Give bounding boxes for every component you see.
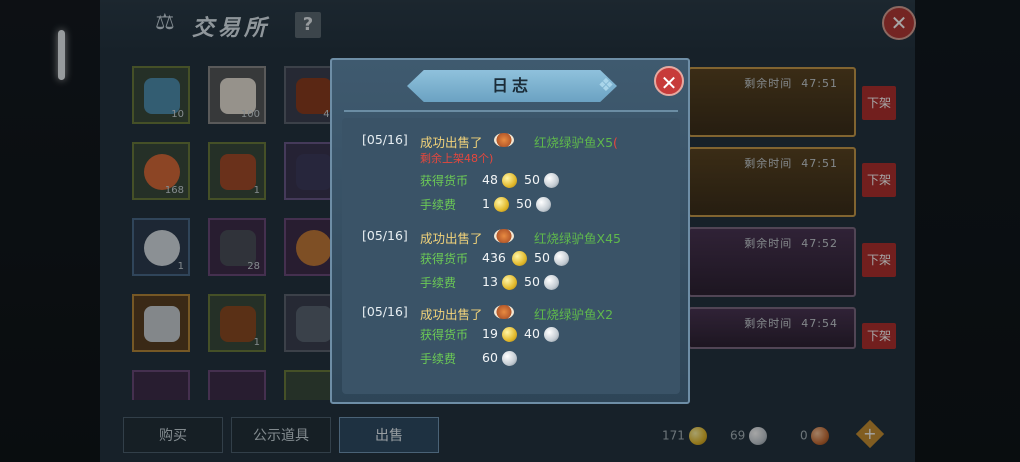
earned-silver: 50 <box>524 172 540 187</box>
dialog-header: 日志 <box>407 70 617 102</box>
entry-item: 红烧绿驴鱼X2 <box>534 307 614 322</box>
fee-silver: 50 <box>516 196 532 211</box>
dialog-title: 日志 <box>491 76 532 95</box>
header-divider <box>344 110 678 112</box>
silver-coin-icon <box>536 197 551 212</box>
earned-gold: 48 <box>482 172 498 187</box>
entry-action: 成功出售了 <box>420 135 483 150</box>
gold-coin-icon <box>502 275 517 290</box>
fee-gold: 1 <box>482 196 490 211</box>
gold-coin-icon <box>502 173 517 188</box>
entry-action: 成功出售了 <box>420 231 483 246</box>
silver-coin-icon <box>554 251 569 266</box>
entry-date: [05/16] <box>362 304 408 319</box>
fish-dish-icon <box>494 133 514 147</box>
entry-item: 红烧绿驴鱼X5( <box>534 135 618 150</box>
fee-gold: 13 <box>482 274 498 289</box>
earned-silver: 50 <box>534 250 550 265</box>
log-list[interactable]: [05/16] 成功出售了 红烧绿驴鱼X5( 剩余上架48个) 获得货币 48 … <box>342 118 680 394</box>
earned-gold: 19 <box>482 326 498 341</box>
earned-silver: 40 <box>524 326 540 341</box>
silver-coin-icon <box>502 351 517 366</box>
gold-coin-icon <box>494 197 509 212</box>
earned-gold: 436 <box>482 250 506 265</box>
fish-dish-icon <box>494 305 514 319</box>
fee-label: 手续费 <box>420 352 457 366</box>
silver-coin-icon <box>544 275 559 290</box>
close-dialog-button[interactable]: ✕ <box>654 66 684 96</box>
fee-silver: 50 <box>524 274 540 289</box>
log-dialog: ❖ 日志 ❖ ✕ [05/16] 成功出售了 红烧绿驴鱼X5( 剩余上架48个)… <box>330 58 690 404</box>
fee-silver: 60 <box>482 350 498 365</box>
entry-date: [05/16] <box>362 228 408 243</box>
earned-label: 获得货币 <box>420 252 469 266</box>
entry-action: 成功出售了 <box>420 307 483 322</box>
earned-label: 获得货币 <box>420 174 469 188</box>
silver-coin-icon <box>544 327 559 342</box>
entry-item: 红烧绿驴鱼X45 <box>534 231 621 246</box>
gold-coin-icon <box>512 251 527 266</box>
silver-coin-icon <box>544 173 559 188</box>
ornament-right-icon: ❖ <box>597 75 615 96</box>
fee-label: 手续费 <box>420 276 457 290</box>
entry-date: [05/16] <box>362 132 408 147</box>
earned-label: 获得货币 <box>420 328 469 342</box>
gold-coin-icon <box>502 327 517 342</box>
fee-label: 手续费 <box>420 198 457 212</box>
fish-dish-icon <box>494 229 514 243</box>
entry-warning: 剩余上架48个) <box>420 152 494 165</box>
